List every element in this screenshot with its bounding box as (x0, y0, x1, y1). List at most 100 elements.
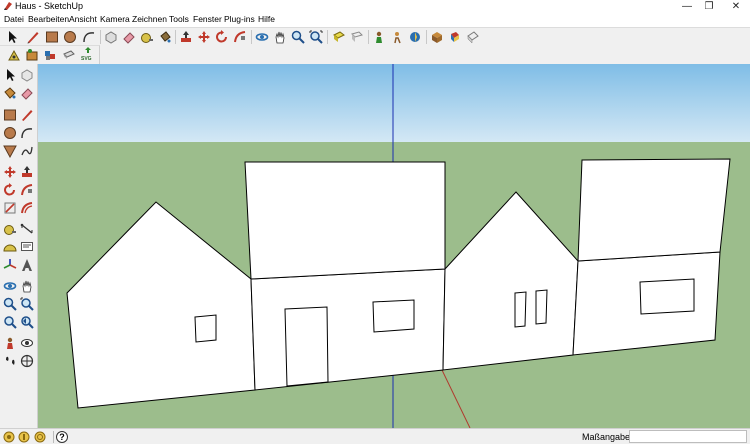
rotate-icon[interactable] (215, 30, 229, 44)
rotate-tool-icon[interactable] (3, 183, 17, 197)
dimension-tool-icon[interactable] (20, 222, 34, 236)
3d-warehouse-icon[interactable] (332, 30, 346, 44)
toolbar-separator (327, 30, 328, 44)
menu-fenster[interactable]: Fenster (193, 13, 222, 26)
styles-icon[interactable] (466, 30, 480, 44)
toolbar-separator (175, 30, 176, 44)
push-pull-tool-icon[interactable] (20, 165, 34, 179)
window-title: Haus - SketchUp (15, 1, 84, 11)
status-bar: ? Maßangaben (0, 428, 750, 444)
minimize-button[interactable]: — (675, 0, 699, 13)
components-icon[interactable] (430, 30, 444, 44)
line-tool-icon[interactable] (20, 108, 34, 122)
measurements-input[interactable] (629, 430, 747, 443)
tape-measure-tool-icon[interactable] (3, 222, 17, 236)
restore-button[interactable]: ❐ (697, 0, 721, 13)
toolbar-separator (100, 30, 101, 44)
position-camera-icon[interactable] (372, 30, 386, 44)
make-component-tool-icon[interactable] (20, 68, 34, 82)
secondary-toolbar: SVG (0, 45, 100, 64)
walk-icon[interactable] (390, 30, 404, 44)
make-component-icon[interactable] (104, 30, 118, 44)
menu-kamera[interactable]: Kamera (100, 13, 130, 26)
position-camera-tool-icon[interactable] (3, 336, 17, 350)
select-tool-icon[interactable] (3, 68, 17, 82)
follow-me-tool-icon[interactable] (20, 183, 34, 197)
sandbox-smoove-icon[interactable] (7, 48, 21, 62)
menu-tools[interactable]: Tools (169, 13, 189, 26)
arc-icon[interactable] (82, 30, 96, 44)
user-status-icon[interactable] (34, 431, 46, 443)
zoom-icon[interactable] (291, 30, 305, 44)
left-tool-palette (0, 64, 38, 428)
menu-bar: Datei Bearbeiten Ansicht Kamera Zeichnen… (0, 13, 750, 27)
rectangle-tool-icon[interactable] (3, 108, 17, 122)
look-around-icon[interactable] (408, 30, 422, 44)
model-viewport[interactable] (38, 64, 750, 428)
eraser-tool-icon[interactable] (20, 86, 34, 100)
toolbar-separator (368, 30, 369, 44)
pencil-line-icon[interactable] (26, 30, 40, 44)
push-pull-icon[interactable] (179, 30, 193, 44)
text-tool-icon[interactable] (20, 240, 34, 254)
menu-zeichnen[interactable]: Zeichnen (132, 13, 167, 26)
walk-tool-icon[interactable] (3, 354, 17, 368)
share-model-icon[interactable] (350, 30, 364, 44)
svg-export-label: SVG (81, 56, 92, 62)
paint-bucket-icon[interactable] (158, 30, 172, 44)
zoom-window-tool-icon[interactable] (20, 297, 34, 311)
materials-icon[interactable] (448, 30, 462, 44)
tape-measure-icon[interactable] (140, 30, 154, 44)
add-location-icon[interactable] (25, 48, 39, 62)
menu-datei[interactable]: Datei (4, 13, 24, 26)
status-separator (53, 431, 54, 443)
move-tool-icon[interactable] (3, 165, 17, 179)
menu-ansicht[interactable]: Ansicht (69, 13, 97, 26)
move-icon[interactable] (197, 30, 211, 44)
polygon-tool-icon[interactable] (3, 144, 17, 158)
previous-view-tool-icon[interactable] (20, 315, 34, 329)
section-plane-tool-icon[interactable] (20, 354, 34, 368)
geo-location-icon[interactable] (43, 48, 57, 62)
house2-front-face[interactable] (572, 251, 721, 356)
circle-icon[interactable] (63, 30, 77, 44)
title-bar: Haus - SketchUp — ❐ ✕ (0, 0, 750, 13)
paint-bucket-tool-icon[interactable] (3, 86, 17, 100)
house1-front-face[interactable] (250, 268, 446, 391)
main-toolbar (0, 27, 750, 45)
sky (38, 64, 750, 142)
rectangle-icon[interactable] (45, 30, 59, 44)
geo-location-status-icon[interactable] (3, 431, 15, 443)
help-icon[interactable]: ? (56, 431, 68, 443)
house2-roof-face[interactable] (577, 158, 731, 262)
eraser-icon[interactable] (122, 30, 136, 44)
arc-tool-icon[interactable] (20, 126, 34, 140)
axes-tool-icon[interactable] (3, 258, 17, 272)
select-arrow-icon[interactable] (5, 30, 19, 44)
menu-bearbeiten[interactable]: Bearbeiten (28, 13, 69, 26)
offset-tool-icon[interactable] (20, 201, 34, 215)
zoom-tool-icon[interactable] (3, 297, 17, 311)
photo-texture-icon[interactable] (62, 48, 76, 62)
menu-plugins[interactable]: Plug-ins (224, 13, 255, 26)
menu-hilfe[interactable]: Hilfe (258, 13, 275, 26)
follow-me-icon[interactable] (233, 30, 247, 44)
toolbar-separator (426, 30, 427, 44)
house1-roof-face[interactable] (244, 161, 446, 280)
sketchup-app-icon (4, 2, 12, 10)
credits-status-icon[interactable] (18, 431, 30, 443)
look-around-tool-icon[interactable] (20, 336, 34, 350)
orbit-tool-icon[interactable] (3, 279, 17, 293)
close-button[interactable]: ✕ (724, 0, 748, 13)
toolbar-separator (251, 30, 252, 44)
zoom-extents-tool-icon[interactable] (3, 315, 17, 329)
scale-tool-icon[interactable] (3, 201, 17, 215)
circle-tool-icon[interactable] (3, 126, 17, 140)
pan-tool-icon[interactable] (20, 279, 34, 293)
zoom-extents-icon[interactable] (309, 30, 323, 44)
orbit-icon[interactable] (255, 30, 269, 44)
pan-hand-icon[interactable] (273, 30, 287, 44)
protractor-tool-icon[interactable] (3, 240, 17, 254)
3d-text-tool-icon[interactable] (20, 258, 34, 272)
freehand-tool-icon[interactable] (20, 144, 34, 158)
